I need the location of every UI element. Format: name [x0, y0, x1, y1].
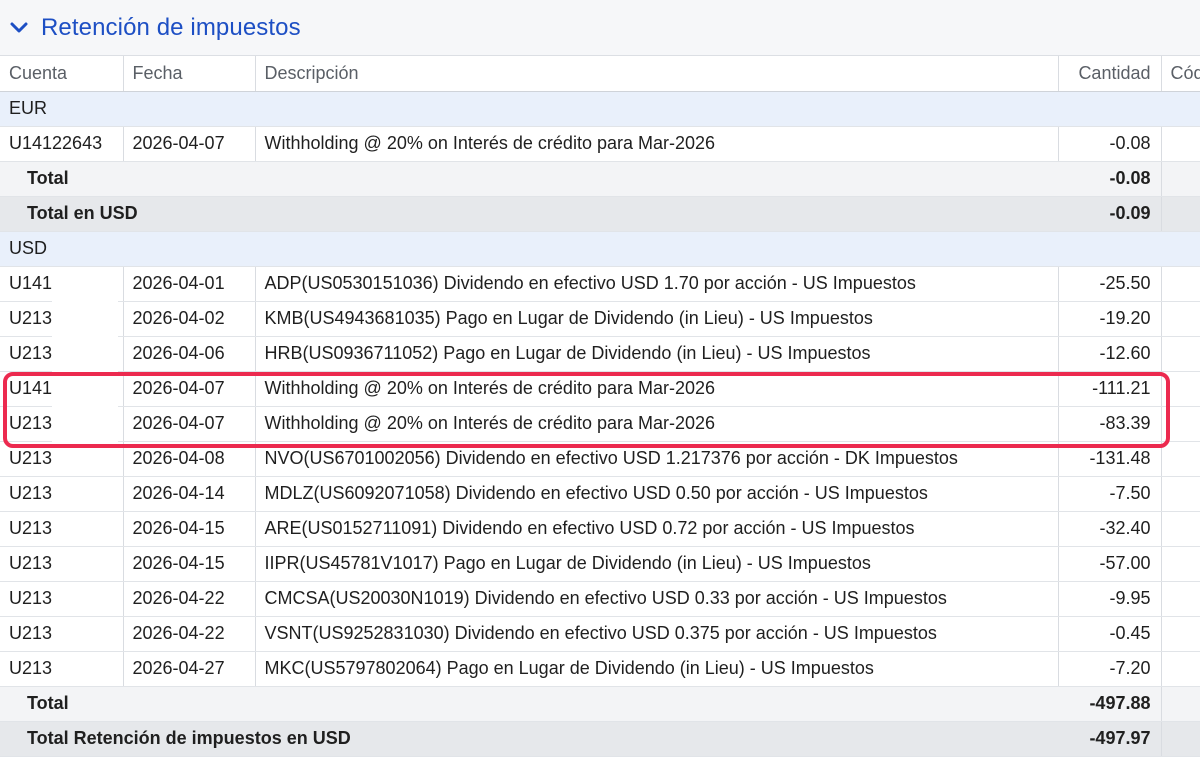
cell-descripcion: KMB(US4943681035) Pago en Lugar de Divid… — [255, 301, 1059, 337]
column-header-cantidad[interactable]: Cantidad — [1058, 56, 1162, 92]
total-usd-row-eur: Total en USD -0.09 — [0, 196, 1200, 232]
table-row: U141 2026-04-01 ADP(US0530151036) Dividend… — [0, 266, 1200, 302]
total-value: -0.08 — [1058, 161, 1162, 197]
total-usd-value: -0.09 — [1058, 196, 1162, 232]
cell-cuenta: U213 — [0, 581, 124, 617]
total-label: Total — [0, 686, 1058, 722]
cell-codigo — [1161, 651, 1200, 687]
cell-cantidad: -19.20 — [1058, 301, 1162, 337]
table-row: U213 2026-04-22 CMCSA(US20030N1019) Divide… — [0, 581, 1200, 617]
column-header-cuenta[interactable]: Cuenta — [0, 56, 124, 92]
cell-descripcion: ARE(US0152711091) Dividendo en efectivo … — [255, 511, 1059, 547]
cell-descripcion: MDLZ(US6092071058) Dividendo en efectivo… — [255, 476, 1059, 512]
cell-fecha: 2026-04-06 — [123, 336, 256, 372]
cell-codigo — [1161, 476, 1200, 512]
cell-codigo — [1161, 546, 1200, 582]
cell-cuenta: U213 — [0, 651, 124, 687]
cell-codigo — [1161, 441, 1200, 477]
table-row: U213 2026-04-27 MKC(US5797802064) Pago en … — [0, 651, 1200, 687]
cell-fecha: 2026-04-02 — [123, 301, 256, 337]
cell-codigo — [1161, 266, 1200, 302]
section-title: Retención de impuestos — [41, 13, 301, 41]
column-header-fecha[interactable]: Fecha — [123, 56, 256, 92]
column-header-codigo[interactable]: Cód — [1161, 56, 1200, 92]
cell-fecha: 2026-04-15 — [123, 546, 256, 582]
cell-cuenta: U213 — [0, 511, 124, 547]
table-row: U14122643 2026-04-07 Withholding @ 20% o… — [0, 126, 1200, 162]
cell-fecha: 2026-04-14 — [123, 476, 256, 512]
table-row: U213 2026-04-06 HRB(US0936711052) Pago en … — [0, 336, 1200, 372]
cell-descripcion: IIPR(US45781V1017) Pago en Lugar de Divi… — [255, 546, 1059, 582]
grand-total-label: Total Retención de impuestos en USD — [0, 721, 1058, 757]
cell-fecha: 2026-04-07 — [123, 126, 256, 162]
cell-cantidad: -0.45 — [1058, 616, 1162, 652]
cell-fecha: 2026-04-01 — [123, 266, 256, 302]
total-row-eur: Total -0.08 — [0, 161, 1200, 197]
cell-cantidad: -32.40 — [1058, 511, 1162, 547]
cell-descripcion: HRB(US0936711052) Pago en Lugar de Divid… — [255, 336, 1059, 372]
total-row-usd: Total -497.88 — [0, 686, 1200, 722]
total-value: -497.88 — [1058, 686, 1162, 722]
section-header[interactable]: Retención de impuestos — [0, 0, 1200, 56]
cell-fecha: 2026-04-22 — [123, 616, 256, 652]
cell-codigo — [1161, 301, 1200, 337]
usd-rows: U141 2026-04-01 ADP(US0530151036) Dividend… — [0, 266, 1200, 687]
cell-codigo — [1161, 581, 1200, 617]
cell-fecha: 2026-04-15 — [123, 511, 256, 547]
cell-cantidad: -7.50 — [1058, 476, 1162, 512]
cell-codigo — [1161, 616, 1200, 652]
cell-descripcion: MKC(US5797802064) Pago en Lugar de Divid… — [255, 651, 1059, 687]
grand-total-value: -497.97 — [1058, 721, 1162, 757]
highlight-box — [3, 372, 1170, 448]
cell-cantidad: -9.95 — [1058, 581, 1162, 617]
cell-cantidad: -25.50 — [1058, 266, 1162, 302]
table-row: U213 2026-04-14 MDLZ(US6092071058) Dividen… — [0, 476, 1200, 512]
cell-codigo — [1161, 511, 1200, 547]
cell-descripcion: CMCSA(US20030N1019) Dividendo en efectiv… — [255, 581, 1059, 617]
currency-row-eur: EUR — [0, 91, 1200, 127]
currency-label: EUR — [0, 91, 1200, 127]
column-header-descripcion[interactable]: Descripción — [255, 56, 1059, 92]
total-label: Total — [0, 161, 1058, 197]
cell-cantidad: -7.20 — [1058, 651, 1162, 687]
cell-codigo — [1161, 336, 1200, 372]
table-row: U213 2026-04-15 IIPR(US45781V1017) Pago en… — [0, 546, 1200, 582]
cell-descripcion: Withholding @ 20% on Interés de crédito … — [255, 126, 1059, 162]
currency-row-usd: USD — [0, 231, 1200, 267]
table-row: U213 2026-04-22 VSNT(US9252831030) Dividen… — [0, 616, 1200, 652]
cell-cuenta: U213 — [0, 476, 124, 512]
cell-fecha: 2026-04-22 — [123, 581, 256, 617]
cell-cuenta: U14122643 — [0, 126, 124, 162]
table-header-row: Cuenta Fecha Descripción Cantidad Cód — [0, 56, 1200, 92]
table-row: U213 2026-04-02 KMB(US4943681035) Pago en … — [0, 301, 1200, 337]
cell-cantidad: -0.08 — [1058, 126, 1162, 162]
total-usd-label: Total en USD — [0, 196, 1058, 232]
currency-label: USD — [0, 231, 1200, 267]
table-row: U213 2026-04-15 ARE(US0152711091) Dividend… — [0, 511, 1200, 547]
cell-descripcion: VSNT(US9252831030) Dividendo en efectivo… — [255, 616, 1059, 652]
cell-cantidad: -12.60 — [1058, 336, 1162, 372]
cell-codigo — [1161, 126, 1200, 162]
chevron-down-icon[interactable] — [9, 21, 29, 35]
cell-fecha: 2026-04-27 — [123, 651, 256, 687]
grand-total-row: Total Retención de impuestos en USD -497… — [0, 721, 1200, 757]
cell-cuenta: U213 — [0, 546, 124, 582]
cell-cantidad: -57.00 — [1058, 546, 1162, 582]
cell-descripcion: ADP(US0530151036) Dividendo en efectivo … — [255, 266, 1059, 302]
cell-cuenta: U213 — [0, 616, 124, 652]
